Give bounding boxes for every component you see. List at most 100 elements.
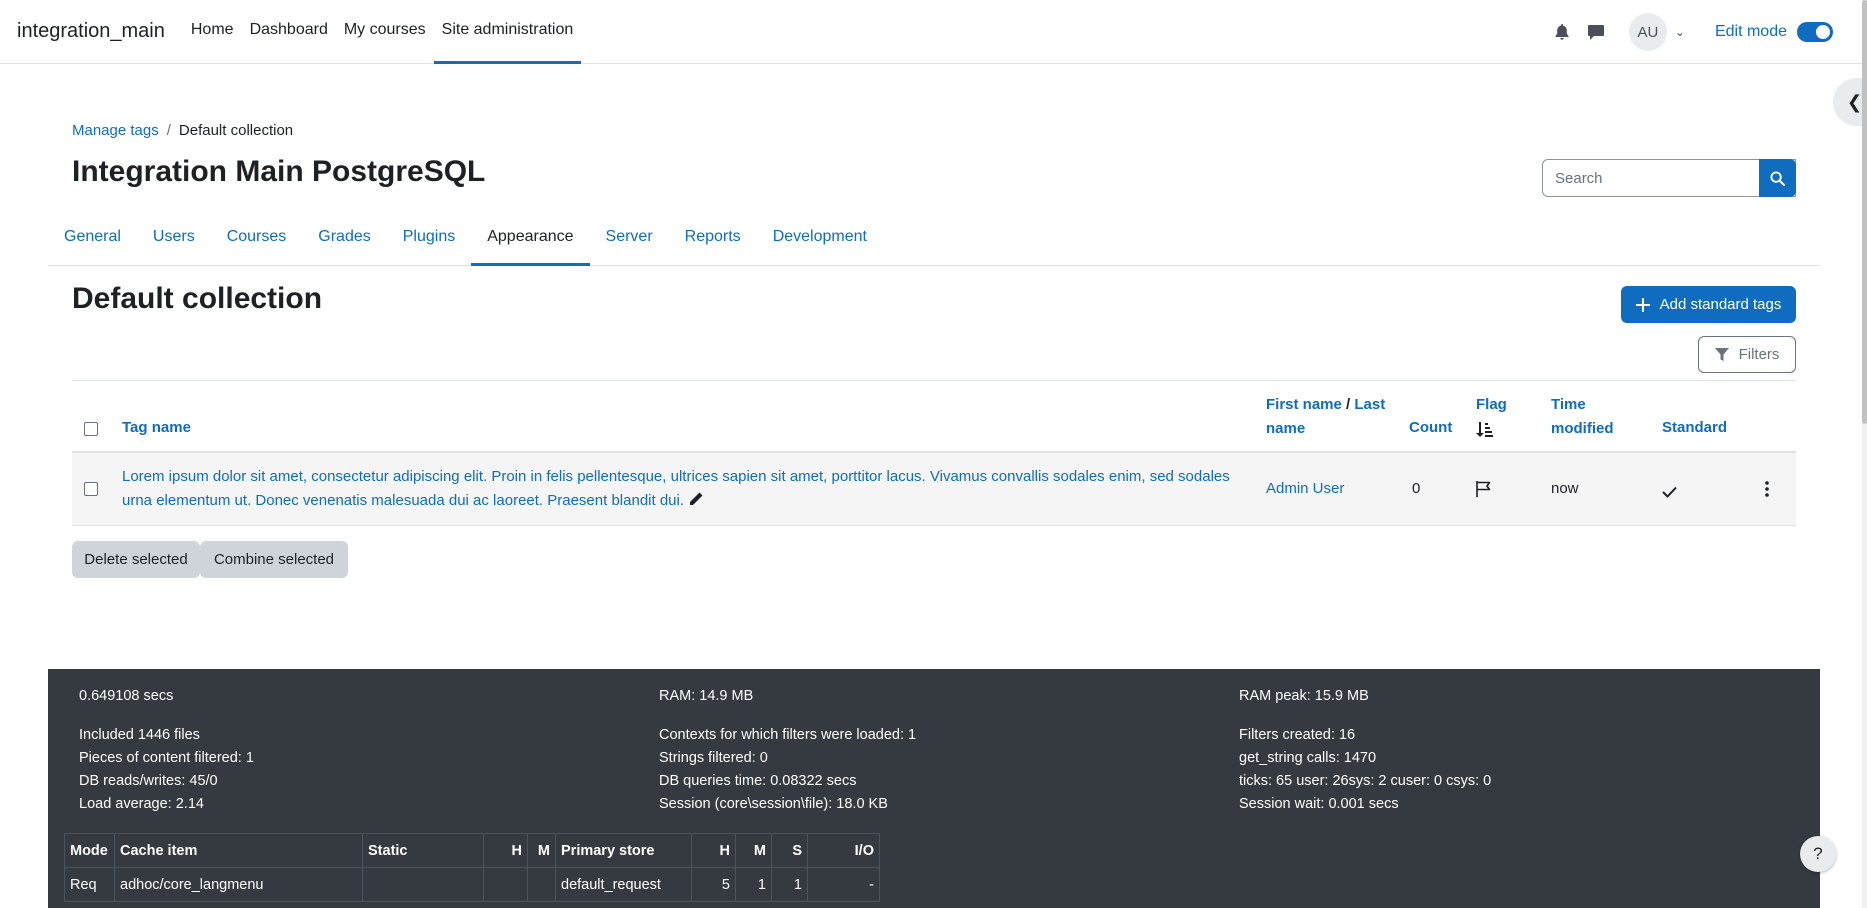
header-slash: / [1346, 396, 1351, 413]
nav-my-courses[interactable]: My courses [336, 0, 434, 64]
tag-table: Tag name First name / Last name Count Fl… [72, 380, 1796, 526]
section-title: Default collection [72, 282, 323, 315]
tab-courses[interactable]: Courses [211, 210, 303, 266]
page-title: Integration Main PostgreSQL [72, 155, 486, 188]
cache-header-s: S [771, 833, 808, 868]
nav-dashboard[interactable]: Dashboard [242, 0, 336, 64]
header-count[interactable]: Count [1409, 416, 1452, 440]
header-tag-name[interactable]: Tag name [122, 416, 191, 440]
tab-plugins[interactable]: Plugins [387, 210, 471, 266]
avatar[interactable]: AU [1628, 13, 1667, 51]
filter-icon [1714, 347, 1729, 361]
header-last-name[interactable]: Last [1354, 396, 1385, 413]
header-first-name[interactable]: First name [1266, 396, 1342, 413]
select-all-checkbox[interactable] [84, 422, 98, 436]
header-time[interactable]: Time [1551, 396, 1586, 413]
user-link[interactable]: Admin User [1266, 477, 1344, 501]
breadcrumb-current: Default collection [178, 122, 294, 139]
chat-icon[interactable] [1585, 21, 1607, 43]
tab-appearance[interactable]: Appearance [471, 210, 590, 266]
header-modified[interactable]: modified [1551, 420, 1614, 437]
perf-time: 0.649108 secs [79, 688, 174, 704]
help-button[interactable]: ? [1800, 836, 1836, 872]
header-flag-label[interactable]: Flag [1476, 396, 1507, 413]
nav-home[interactable]: Home [183, 0, 242, 64]
cache-cell-s: 1 [771, 867, 808, 902]
cache-cell-h [483, 867, 528, 902]
cache-cell-m2: 1 [735, 867, 772, 902]
edit-mode-label[interactable]: Edit mode [1715, 23, 1787, 41]
header-last-name-2[interactable]: name [1266, 420, 1305, 437]
performance-footer: 0.649108 secs Included 1446 files Pieces… [48, 669, 1820, 908]
bell-icon[interactable] [1551, 21, 1573, 43]
cache-header-io: I/O [807, 833, 880, 868]
perf-strings-filtered: Strings filtered: 0 [659, 750, 768, 766]
cache-table-header: Mode Cache item Static H M Primary store… [64, 833, 880, 868]
perf-session-wait: Session wait: 0.001 secs [1239, 796, 1399, 812]
perf-ram: RAM: 14.9 MB [659, 688, 754, 704]
perf-included-files: Included 1446 files [79, 727, 200, 743]
site-brand[interactable]: integration_main [17, 20, 165, 43]
cache-cell-m [527, 867, 556, 902]
cache-header-static: Static [362, 833, 484, 868]
table-row: Req adhoc/core_langmenu default_request … [64, 867, 880, 902]
perf-content-filtered: Pieces of content filtered: 1 [79, 750, 254, 766]
scrollbar-thumb[interactable] [1862, 0, 1867, 424]
perf-col-1: 0.649108 secs Included 1446 files Pieces… [79, 685, 254, 816]
pencil-icon[interactable] [688, 491, 704, 507]
cache-cell-mode: Req [64, 867, 115, 902]
cache-header-h: H [483, 833, 528, 868]
search-box [1542, 159, 1796, 197]
cache-header-item: Cache item [114, 833, 363, 868]
tag-name-link[interactable]: Lorem ipsum dolor sit amet, consectetur … [122, 468, 1230, 485]
row-checkbox[interactable] [84, 482, 98, 496]
cache-cell-item: adhoc/core_langmenu [114, 867, 363, 902]
cache-header-m: M [527, 833, 556, 868]
cache-cell-io: - [807, 867, 880, 902]
tab-reports[interactable]: Reports [669, 210, 757, 266]
chevron-down-icon[interactable]: ⌄ [1675, 25, 1685, 39]
cache-cell-h2: 5 [691, 867, 736, 902]
tab-users[interactable]: Users [137, 210, 211, 266]
tag-name-link-2[interactable]: urna elementum ut. Donec venenatis males… [122, 492, 684, 509]
cache-header-primary-store: Primary store [555, 833, 692, 868]
perf-get-string: get_string calls: 1470 [1239, 750, 1377, 766]
delete-selected-button[interactable]: Delete selected [72, 541, 200, 578]
search-button[interactable] [1759, 159, 1796, 197]
tab-grades[interactable]: Grades [302, 210, 386, 266]
add-standard-tags-button[interactable]: Add standard tags [1621, 286, 1796, 323]
perf-db-reads: DB reads/writes: 45/0 [79, 773, 218, 789]
combine-selected-button[interactable]: Combine selected [200, 541, 348, 578]
tag-name-cell: Lorem ipsum dolor sit amet, consectetur … [122, 465, 1242, 513]
tab-development[interactable]: Development [757, 210, 883, 266]
table-row: Lorem ipsum dolor sit amet, consectetur … [72, 453, 1796, 526]
table-header: Tag name First name / Last name Count Fl… [72, 380, 1796, 453]
time-modified-cell: now [1551, 480, 1579, 497]
cache-header-mode: Mode [64, 833, 115, 868]
header-standard[interactable]: Standard [1662, 416, 1727, 440]
tab-general[interactable]: General [48, 210, 137, 266]
more-actions-icon[interactable] [1764, 481, 1770, 505]
perf-filters-created: Filters created: 16 [1239, 727, 1356, 743]
nav-site-administration[interactable]: Site administration [433, 0, 582, 64]
plus-icon [1635, 297, 1650, 312]
breadcrumb-manage-tags[interactable]: Manage tags [72, 122, 159, 139]
count-cell: 0 [1412, 480, 1421, 497]
top-navbar: integration_main Home Dashboard My cours… [0, 0, 1867, 64]
filters-label: Filters [1738, 346, 1780, 363]
primary-nav: Home Dashboard My courses Site administr… [183, 0, 582, 64]
cache-cell-primary-store: default_request [555, 867, 692, 902]
cache-header-m2: M [735, 833, 772, 868]
perf-db-time: DB queries time: 0.08322 secs [659, 773, 857, 789]
add-standard-tags-label: Add standard tags [1659, 296, 1782, 313]
navbar-right: AU ⌄ Edit mode [1551, 0, 1867, 64]
cache-cell-static [362, 867, 484, 902]
filters-button[interactable]: Filters [1698, 336, 1796, 373]
perf-load-average: Load average: 2.14 [79, 796, 204, 812]
tab-server[interactable]: Server [590, 210, 669, 266]
cache-table: Mode Cache item Static H M Primary store… [64, 833, 880, 902]
search-input[interactable] [1543, 169, 1795, 187]
edit-mode-toggle[interactable] [1797, 22, 1833, 42]
flag-icon[interactable] [1476, 481, 1491, 505]
perf-ram-peak: RAM peak: 15.9 MB [1239, 688, 1369, 704]
